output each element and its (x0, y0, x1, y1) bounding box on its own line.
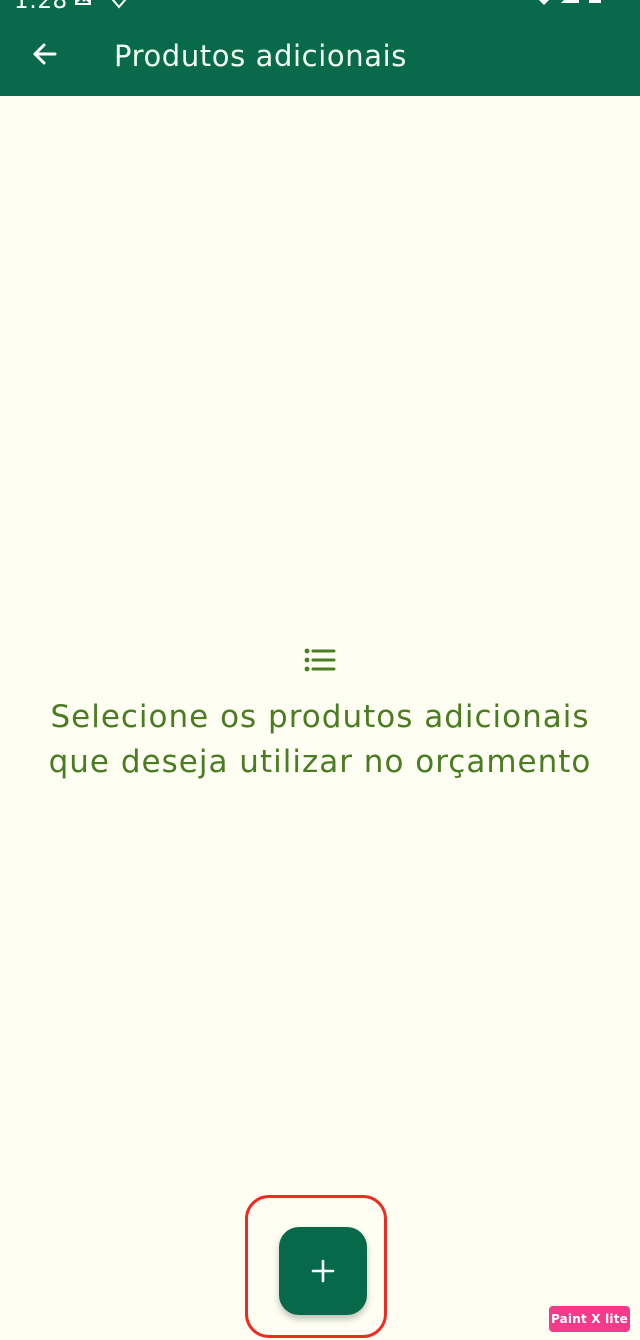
page-title: Produtos adicionais (114, 39, 407, 73)
list-icon (304, 648, 336, 672)
wifi-icon (539, 0, 549, 5)
location-icon (111, 0, 127, 9)
mobile-screen: 1:28 Produtos adicionais Selecione os pr… (0, 0, 640, 1340)
empty-state-message-line-2: que deseja utilizar no orçamento (48, 744, 592, 780)
signal-icon (561, 0, 579, 3)
plus-icon (311, 1259, 335, 1283)
empty-state-message: Selecione os produtos adicionais que des… (10, 695, 630, 785)
status-time: 1:28 (14, 0, 68, 14)
paint-x-lite-watermark: Paint X lite (549, 1306, 630, 1332)
empty-state-message-line-1: Selecione os produtos adicionais (50, 699, 590, 735)
empty-state: Selecione os produtos adicionais que des… (0, 643, 640, 785)
add-product-button[interactable] (279, 1227, 367, 1315)
battery-icon (589, 0, 601, 3)
arrow-left-icon (33, 43, 57, 65)
back-button[interactable] (18, 28, 70, 80)
image-icon (75, 0, 91, 5)
status-bar: 1:28 (0, 0, 640, 18)
app-bar: 1:28 Produtos adicionais (0, 0, 640, 96)
